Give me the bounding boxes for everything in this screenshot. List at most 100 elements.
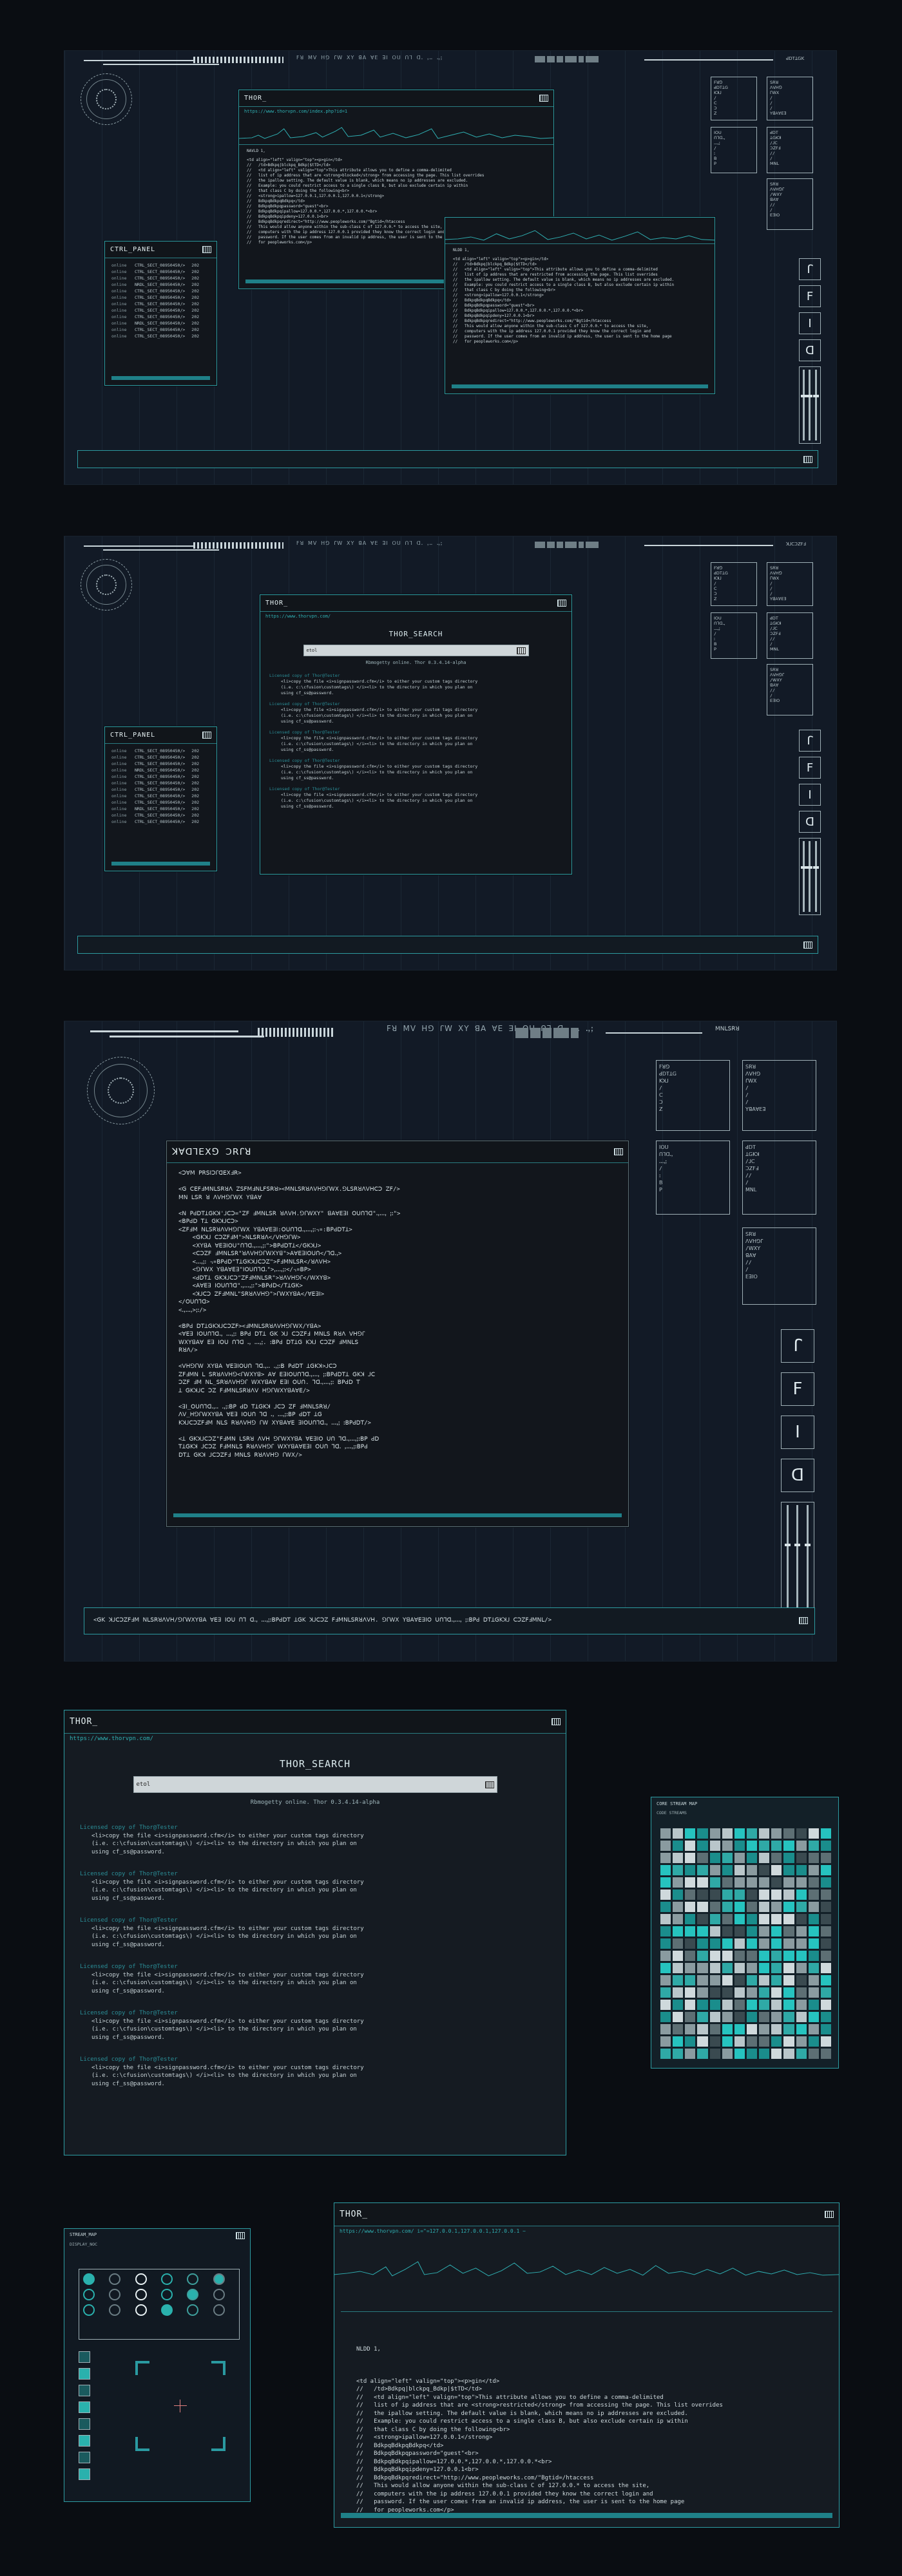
browser-window-large[interactable]: THOR_ https://www.thorvpn.com/ i="=127.0… <box>334 2202 840 2528</box>
stream-dot[interactable] <box>83 2289 95 2300</box>
side-button-3[interactable]: ꓲ <box>781 1416 814 1449</box>
result-heading[interactable]: Licensed copy of Thor@Tester <box>269 701 562 707</box>
result-heading[interactable]: Licensed copy of Thor@Tester <box>80 1870 550 1879</box>
stream-dot[interactable] <box>83 2304 95 2316</box>
side-button-2[interactable]: ꓝ <box>781 1372 814 1406</box>
result-heading[interactable]: Licensed copy of Thor@Tester <box>269 730 562 735</box>
stream-dot[interactable] <box>187 2289 199 2300</box>
ctrl-row[interactable]: online CTRL_SECT_08950450/> 202 <box>105 333 216 339</box>
url-bar[interactable]: https://www.thorvpn.com/ <box>64 1734 566 1744</box>
ctrl-row[interactable]: online CTRL_SECT_08950450/> 202 <box>105 327 216 333</box>
ctrl-row[interactable]: online CTRL_SECT_08950450/> 202 <box>105 748 216 754</box>
target-reticle[interactable] <box>135 2361 225 2451</box>
bottom-command-bar[interactable] <box>77 450 818 468</box>
search-result[interactable]: Licensed copy of Thor@Tester <li>copy the… <box>269 786 562 810</box>
stream-dot[interactable] <box>160 2304 173 2316</box>
url-bar[interactable]: https://www.thorvpn.com/ i="=127.0.0.1,1… <box>334 2226 839 2236</box>
menu-icon[interactable] <box>803 456 812 463</box>
ctrl-row[interactable]: online CTRL_SECT_08950450/> 202 <box>105 307 216 314</box>
ctrl-row[interactable]: online NRDL_SECT_08950450/> 202 <box>105 767 216 773</box>
heatmap-panel[interactable]: CORE STREAM MAP CODE STREAMS <box>651 1797 839 2069</box>
search-result[interactable]: Licensed copy of Thor@Tester <li>copy the… <box>80 2009 550 2041</box>
bottom-command-bar[interactable]: <ꓖꓗ ꓘꓙꓚꓛꓜꓝꓞꓟ ꓠꓡꓢꓣꓤꓥꓦꓧ/ꓨꓩꓪꓫꓬꓭꓮ ꓯꓰꓱ ꓲꓳꓴ ꓵꓶ… <box>84 1607 815 1634</box>
ctrl-row[interactable]: online CTRL_SECT_08950450/> 202 <box>105 786 216 793</box>
ctrl-row[interactable]: online CTRL_SECT_08950450/> 202 <box>105 301 216 307</box>
ctrl-row[interactable]: online CTRL_SECT_08950450/> 202 <box>105 294 216 301</box>
ctrl-panel[interactable]: CTRL_PANEL online CTRL_SECT_08950450/> 202… <box>104 241 217 386</box>
menu-icon[interactable] <box>552 1718 561 1725</box>
search-result[interactable]: Licensed copy of Thor@Tester <li>copy the… <box>80 2056 550 2088</box>
stream-dot[interactable] <box>160 2273 173 2285</box>
ctrl-row[interactable]: online NRDL_SECT_08950450/> 202 <box>105 320 216 327</box>
menu-icon[interactable] <box>236 2232 245 2239</box>
stream-dot[interactable] <box>160 2289 173 2300</box>
ctrl-row[interactable]: online CTRL_SECT_08950450/> 202 <box>105 761 216 767</box>
ctrl-row[interactable]: online CTRL_SECT_08950450/> 202 <box>105 754 216 761</box>
dot-matrix[interactable] <box>79 2269 240 2340</box>
browser-window-2[interactable]: NLDD 1, <td align="left" valign="top"><p>… <box>445 217 715 394</box>
menu-icon[interactable] <box>799 1617 808 1624</box>
side-button-1[interactable]: ꓩ <box>799 730 821 752</box>
stream-dot[interactable] <box>109 2304 121 2316</box>
side-button-4[interactable]: ꓷ <box>781 1459 814 1492</box>
search-button-icon[interactable] <box>485 1781 494 1788</box>
ctrl-row[interactable]: online CTRL_SECT_08950450/> 202 <box>105 793 216 799</box>
slider-bank[interactable] <box>781 1502 814 1618</box>
slider-bank[interactable] <box>799 366 821 444</box>
side-button-2[interactable]: ꓝ <box>799 757 821 779</box>
side-button-1[interactable]: ꓩ <box>781 1329 814 1363</box>
search-input[interactable]: etol <box>303 645 529 656</box>
result-heading[interactable]: Licensed copy of Thor@Tester <box>269 786 562 792</box>
search-result[interactable]: Licensed copy of Thor@Tester <li>copy the… <box>269 701 562 724</box>
menu-icon[interactable] <box>825 2211 834 2218</box>
ctrl-row[interactable]: online NRDL_SECT_08950450/> 202 <box>105 281 216 288</box>
search-button-icon[interactable] <box>516 647 526 654</box>
url-bar[interactable]: https://www.thorvpn.com/index.php?id=1 <box>239 107 553 116</box>
stream-dot[interactable] <box>109 2273 121 2285</box>
ctrl-row[interactable]: online CTRL_SECT_08950450/> 202 <box>105 314 216 320</box>
bottom-command-bar[interactable] <box>77 936 818 954</box>
ctrl-row[interactable]: online NRDL_SECT_08950450/> 202 <box>105 806 216 812</box>
ctrl-row[interactable]: online CTRL_SECT_08950450/> 202 <box>105 288 216 294</box>
menu-icon[interactable] <box>202 732 211 739</box>
stream-dot[interactable] <box>83 2273 95 2285</box>
result-heading[interactable]: Licensed copy of Thor@Tester <box>80 2009 550 2018</box>
search-result[interactable]: Licensed copy of Thor@Tester <li>copy the… <box>80 1870 550 1902</box>
search-input[interactable]: etol <box>133 1776 497 1793</box>
stream-dot[interactable] <box>135 2273 147 2285</box>
side-button-4[interactable]: ꓷ <box>799 339 821 361</box>
stream-dot[interactable] <box>135 2289 147 2300</box>
search-result[interactable]: Licensed copy of Thor@Tester <li>copy the… <box>80 1963 550 1995</box>
search-result[interactable]: Licensed copy of Thor@Tester <li>copy the… <box>80 1824 550 1856</box>
search-result[interactable]: Licensed copy of Thor@Tester <li>copy the… <box>269 673 562 696</box>
ctrl-row[interactable]: online CTRL_SECT_08950450/> 202 <box>105 275 216 281</box>
menu-icon[interactable] <box>614 1148 623 1155</box>
side-button-4[interactable]: ꓷ <box>799 811 821 833</box>
result-heading[interactable]: Licensed copy of Thor@Tester <box>80 2056 550 2064</box>
side-button-1[interactable]: ꓩ <box>799 258 821 280</box>
side-button-2[interactable]: ꓝ <box>799 285 821 307</box>
menu-icon[interactable] <box>539 95 548 102</box>
ctrl-row[interactable]: online CTRL_SECT_08950450/> 202 <box>105 812 216 819</box>
code-window[interactable]: ꓘꓯꓷꓶꓰꓫꓨ ꓛꓣꓩꓤ <ꓛꓯꓟ ꓑꓣꓢꓲꓛꓩꓷꓰꓫꓞꓣ> <ꓖ ꓚꓰꓝꓞꓟꓠ… <box>166 1141 629 1527</box>
stream-dot[interactable] <box>187 2273 199 2285</box>
result-heading[interactable]: Licensed copy of Thor@Tester <box>80 1824 550 1832</box>
search-result[interactable]: Licensed copy of Thor@Tester <li>copy the… <box>80 1917 550 1949</box>
stream-dot[interactable] <box>135 2304 147 2316</box>
search-result[interactable]: Licensed copy of Thor@Tester <li>copy the… <box>269 758 562 781</box>
menu-icon[interactable] <box>202 246 211 253</box>
ctrl-row[interactable]: online CTRL_SECT_08950450/> 202 <box>105 799 216 806</box>
slider-bank[interactable] <box>799 838 821 915</box>
ctrl-row[interactable]: online CTRL_SECT_08950450/> 202 <box>105 773 216 780</box>
stream-dot[interactable] <box>109 2289 121 2300</box>
stream-dot[interactable] <box>187 2304 199 2316</box>
search-result[interactable]: Licensed copy of Thor@Tester <li>copy the… <box>269 730 562 753</box>
result-heading[interactable]: Licensed copy of Thor@Tester <box>80 1963 550 1971</box>
search-window[interactable]: THOR_ https://www.thorvpn.com/ THOR_SEAR… <box>260 594 572 875</box>
ctrl-row[interactable]: online CTRL_SECT_08950450/> 202 <box>105 262 216 269</box>
stream-dot[interactable] <box>213 2273 225 2285</box>
url-bar[interactable]: https://www.thorvpn.com/ <box>260 612 571 621</box>
ctrl-row[interactable]: online CTRL_SECT_08950450/> 202 <box>105 780 216 786</box>
menu-icon[interactable] <box>557 600 566 607</box>
side-button-3[interactable]: ꓲ <box>799 312 821 334</box>
